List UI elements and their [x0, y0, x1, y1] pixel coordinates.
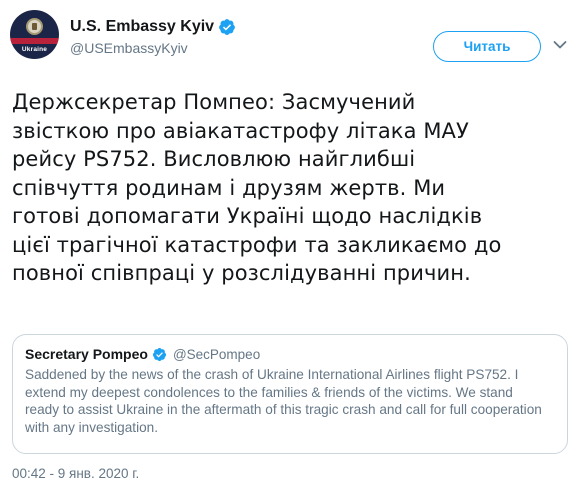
chevron-down-icon[interactable] [553, 40, 567, 50]
quoted-text-line: with any investigation. [25, 420, 158, 436]
tweet-timestamp[interactable]: 00:42 - 9 янв. 2020 г. [12, 466, 139, 481]
quoted-display-name: Secretary Pompeo [25, 346, 148, 362]
tweet-text-line: Держсекретар Помпео: Засмучений [12, 90, 416, 114]
tweet-text: Держсекретар Помпео: Засмучений звісткою… [12, 88, 568, 288]
tweet-text-line: співчуття родинам і друзям жертв. Ми [12, 175, 446, 200]
verified-badge-icon [152, 347, 167, 361]
avatar-label: Ukraine [21, 46, 48, 53]
tweet-card: Ukraine U.S. Embassy Kyiv @USEmbassyKyiv… [0, 0, 578, 496]
display-name[interactable]: U.S. Embassy Kyiv [70, 17, 214, 37]
embassy-seal-icon [26, 18, 43, 35]
follow-button[interactable]: Читать [433, 31, 541, 62]
tweet-text-line: повної співпраці у розслідуванні причин. [12, 261, 471, 285]
quoted-text-line: extend my deepest condolences to the fam… [25, 384, 513, 400]
verified-badge-icon [219, 19, 235, 35]
user-block: U.S. Embassy Kyiv @USEmbassyKyiv [70, 17, 236, 57]
quoted-handle: @SecPompeo [172, 346, 261, 362]
quoted-tweet-text: Saddened by the news of the crash of Ukr… [25, 366, 555, 437]
quoted-text-line: Saddened by the news of the crash of Ukr… [25, 367, 519, 382]
tweet-text-line: цієї трагічної катастрофи та закликаємо … [12, 232, 502, 257]
name-row: U.S. Embassy Kyiv [70, 17, 236, 37]
user-handle[interactable]: @USEmbassyKyiv [70, 39, 236, 57]
tweet-text-line: готові допомагати Україні щодо наслідків [12, 204, 483, 228]
avatar-stripe [10, 38, 59, 44]
quoted-tweet[interactable]: Secretary Pompeo @SecPompeo Saddened by … [12, 334, 568, 454]
avatar[interactable]: Ukraine [10, 10, 59, 59]
quoted-text-line: ready to assist Ukraine in the aftermath… [25, 402, 542, 418]
tweet-text-line: рейсу PS752. Висловлюю найглибші [12, 147, 416, 171]
quoted-tweet-header: Secretary Pompeo @SecPompeo [25, 345, 555, 363]
tweet-text-line: звісткою про авіакатастрофу літака МАУ [12, 118, 469, 143]
